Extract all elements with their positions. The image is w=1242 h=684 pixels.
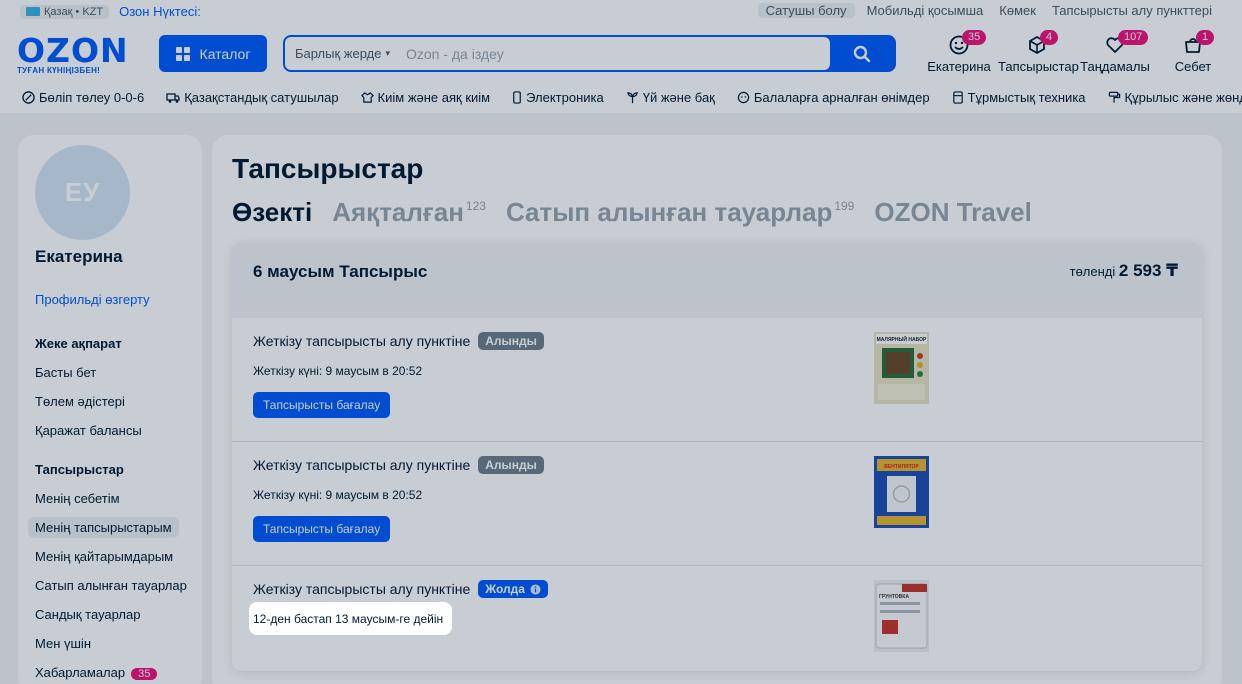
category-electronics[interactable]: Электроника [512, 90, 604, 105]
shipment-title: Жеткізу тапсырысты алу пунктіне [253, 581, 471, 597]
ozon-logo[interactable]: OZON ТУҒАН КҮНІҢІЗБЕН! [17, 34, 129, 75]
paint-roller-icon [1108, 91, 1120, 103]
search-button[interactable] [830, 37, 894, 70]
order-paid-amount: төленді 2 593 ₸ [1069, 261, 1178, 280]
tab-completed[interactable]: Аяқталған 123 [332, 197, 486, 228]
sidebar-item-digital-goods[interactable]: Сандық тауарлар [35, 607, 140, 622]
catalog-button[interactable]: Каталог [159, 35, 267, 72]
search-bar: Барлық жерде ▾ Ozon - да іздеу [283, 35, 896, 72]
tab-current[interactable]: Өзекті [232, 197, 312, 228]
delivery-date: Жеткізу күні: 9 маусым в 20:52 [253, 488, 423, 502]
info-icon[interactable] [530, 583, 541, 595]
header-cart[interactable]: Себет 1 [1154, 30, 1232, 74]
shipment-2: Жеткізу тапсырысты алу пунктіне Алынды Же… [232, 442, 1202, 566]
category-clothing[interactable]: Киім және аяқ киім [360, 90, 490, 105]
svg-text:ВЕНТИЛЯТОР: ВЕНТИЛЯТОР [884, 464, 919, 470]
percent-icon [22, 91, 35, 104]
appliance-icon [952, 91, 963, 104]
help-link[interactable]: Көмек [991, 3, 1044, 18]
shipment-title: Жеткізу тапсырысты алу пунктіне [253, 333, 471, 349]
page-title: Тапсырыстар [232, 153, 424, 184]
header-favorites[interactable]: Таңдамалы 107 [1076, 30, 1154, 74]
avatar[interactable]: ЕУ [35, 145, 130, 240]
order-header[interactable]: 6 маусым Тапсырыс төленді 2 593 ₸ [232, 243, 1202, 318]
truck-icon [166, 93, 180, 103]
category-kz-sellers[interactable]: Қазақстандық сатушылар [166, 90, 339, 105]
search-input[interactable]: Ozon - да іздеу [406, 46, 504, 62]
sidebar-item-notifications[interactable]: Хабарламалар 35 [35, 665, 158, 680]
sidebar-item-my-orders[interactable]: Менің тапсырыстарым [28, 517, 179, 538]
product-thumbnail-paint-set[interactable]: МАЛЯРНЫЙ НАБОР [874, 332, 929, 404]
category-construction[interactable]: Құрылыс және жөндеу [1108, 90, 1242, 105]
account-sidebar: ЕУ Екатерина Профильді өзгерту Жеке ақпа… [18, 135, 202, 684]
search-icon [853, 45, 871, 62]
sidebar-item-payment-methods[interactable]: Төлем әдістері [35, 394, 125, 409]
mobile-app-link[interactable]: Мобильді қосымша [859, 3, 992, 18]
orders-badge: 4 [1040, 30, 1059, 45]
header-profile[interactable]: Екатерина 35 [920, 30, 998, 74]
status-badge: Алынды [478, 456, 544, 474]
kazakhstan-flag-icon [26, 7, 40, 16]
shipment-title: Жеткізу тапсырысты алу пунктіне [253, 457, 471, 473]
tab-purchased[interactable]: Сатып алынған тауарлар 199 [506, 197, 854, 228]
top-utility-bar: Қазақ • KZT Озон Нүктесі: Сатушы болу Мо… [0, 0, 1242, 24]
ozon-point-link[interactable]: Озон Нүктесі: [119, 4, 201, 19]
pickup-points-link[interactable]: Тапсырысты алу пункттері [1044, 3, 1220, 18]
chevron-down-icon: ▾ [385, 48, 390, 58]
rate-order-button[interactable]: Тапсырысты бағалау [253, 392, 391, 418]
cart-badge: 1 [1196, 30, 1215, 45]
category-kids[interactable]: Балаларға арналған өнімдер [737, 90, 930, 105]
edit-profile-link[interactable]: Профильді өзгерту [35, 292, 150, 307]
status-badge: Алынды [478, 332, 544, 350]
svg-text:МАЛЯРНЫЙ НАБОР: МАЛЯРНЫЙ НАБОР [877, 335, 927, 343]
product-thumbnail-primer[interactable]: ГРУНТОВКА [874, 580, 929, 652]
sidebar-item-purchased-goods[interactable]: Сатып алынған тауарлар [35, 578, 187, 593]
sidebar-item-my-returns[interactable]: Менің қайтарымдарым [35, 549, 173, 564]
clothing-icon [360, 92, 374, 103]
rate-order-button[interactable]: Тапсырысты бағалау [253, 516, 391, 542]
tab-purchased-count: 199 [834, 199, 855, 213]
category-appliances[interactable]: Тұрмыстық техника [952, 90, 1086, 105]
search-scope-dropdown[interactable]: Барлық жерде ▾ [285, 46, 400, 61]
category-nav: Бөліп төлеу 0-0-6 Қазақстандық сатушылар… [0, 82, 1242, 113]
sidebar-item-my-cart[interactable]: Менің себетім [35, 491, 120, 506]
product-thumbnail-fan[interactable]: ВЕНТИЛЯТОР [874, 456, 929, 528]
header-orders[interactable]: Тапсырыстар 4 [998, 30, 1079, 74]
favorites-badge: 107 [1118, 30, 1149, 45]
shipment-1: Жеткізу тапсырысты алу пунктіне Алынды Же… [232, 318, 1202, 442]
tab-completed-count: 123 [465, 199, 486, 213]
status-badge: Жолда [478, 580, 548, 598]
section-personal-title: Жеке ақпарат [35, 336, 122, 351]
sidebar-item-home[interactable]: Басты бет [35, 365, 96, 380]
delivery-window-highlight: 12-ден бастап 13 маусым-ге дейін [249, 602, 452, 635]
main-header: OZON ТУҒАН КҮНІҢІЗБЕН! Каталог Барлық же… [0, 24, 1242, 82]
delivery-date: Жеткізу күні: 9 маусым в 20:52 [253, 364, 423, 378]
grid-icon [175, 46, 190, 61]
category-installments[interactable]: Бөліп төлеу 0-0-6 [22, 90, 144, 105]
category-home-garden[interactable]: Үй және бақ [626, 90, 715, 105]
baby-icon [737, 91, 750, 104]
locale-selector[interactable]: Қазақ • KZT [20, 4, 110, 19]
become-seller-link[interactable]: Сатушы болу [757, 3, 855, 18]
sidebar-item-balance[interactable]: Қаражат балансы [35, 423, 142, 438]
order-title: 6 маусым Тапсырыс [253, 262, 428, 281]
phone-icon [513, 91, 521, 104]
sidebar-item-for-me[interactable]: Мен үшін [35, 636, 91, 651]
user-name: Екатерина [35, 247, 123, 266]
plant-icon [626, 92, 638, 104]
tab-ozon-travel[interactable]: OZON Travel [874, 197, 1032, 228]
notifications-badge: 35 [131, 668, 158, 680]
svg-text:ГРУНТОВКА: ГРУНТОВКА [879, 594, 909, 600]
section-orders-title: Тапсырыстар [35, 462, 124, 477]
profile-badge: 35 [962, 30, 987, 45]
orders-tabs: Өзекті Аяқталған 123 Сатып алынған тауарл… [232, 197, 1032, 228]
